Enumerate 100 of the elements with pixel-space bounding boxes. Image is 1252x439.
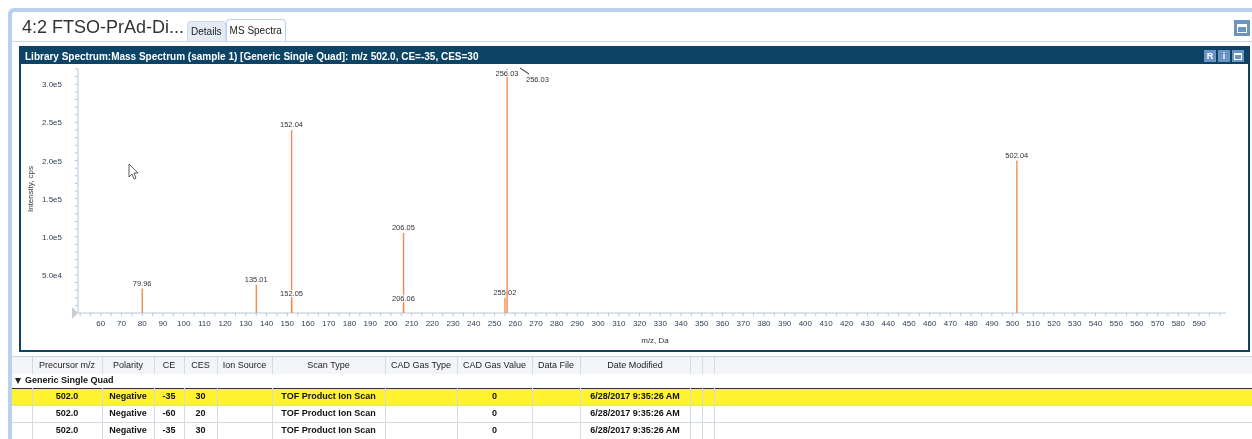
cursor-icon: [128, 163, 139, 180]
table-cell: TOF Product Ion Scan: [281, 424, 376, 435]
x-tick-label: 530: [1068, 319, 1082, 328]
table-cell: 20: [195, 407, 206, 418]
y-tick-label: 2.0e5: [41, 156, 62, 166]
y-tick-label: 1.0e5: [41, 232, 62, 242]
x-tick-label: 400: [798, 319, 812, 328]
x-tick-label: 250: [487, 319, 502, 328]
maximize-button[interactable]: [1234, 20, 1250, 36]
table-cell: 502.0: [55, 424, 79, 435]
x-tick-label: 510: [1026, 319, 1040, 328]
table-cell: -60: [162, 407, 176, 418]
column-header[interactable]: Ion Source: [217, 357, 272, 374]
column-header[interactable]: CE: [154, 357, 184, 374]
x-tick-label: 420: [840, 319, 854, 328]
table-cell: 6/28/2017 9:35:26 AM: [590, 390, 680, 401]
x-tick-label: 230: [446, 319, 460, 328]
x-tick-label: 100: [177, 319, 191, 328]
column-header[interactable]: Polarity: [102, 357, 154, 374]
x-tick-label: 140: [259, 319, 274, 328]
axis-marker-icon[interactable]: [72, 307, 78, 319]
x-tick-label: 290: [570, 319, 585, 328]
table-cell: -35: [162, 424, 176, 435]
x-tick-label: 490: [985, 319, 999, 328]
x-tick-label: 160: [301, 319, 315, 328]
x-tick-label: 390: [777, 319, 792, 328]
x-tick-label: 60: [96, 319, 106, 328]
x-tick-label: 130: [239, 319, 253, 328]
table-cell: 0: [492, 424, 497, 435]
tab[interactable]: Details: [187, 21, 226, 41]
column-header[interactable]: Data File: [532, 357, 580, 374]
x-tick-label: 190: [363, 319, 377, 328]
y-tick-label: 5.0e4: [41, 270, 62, 280]
x-tick-label: 80: [137, 319, 147, 328]
y-axis-label: Intensity, cps: [26, 165, 35, 213]
column-header[interactable]: Scan Type: [272, 357, 385, 374]
tab[interactable]: MS Spectra: [225, 19, 286, 41]
table-cell: 6/28/2017 9:35:26 AM: [590, 407, 680, 418]
x-tick-label: 440: [881, 319, 895, 328]
x-tick-label: 590: [1192, 319, 1206, 328]
x-tick-label: 240: [467, 319, 481, 328]
window-title: 4:2 FTSO-PrAd-Di...: [22, 16, 185, 39]
column-header[interactable]: CES: [184, 357, 217, 374]
table-cell: TOF Product Ion Scan: [281, 407, 376, 418]
x-tick-label: 550: [1109, 319, 1123, 328]
x-tick-label: 350: [695, 319, 709, 328]
x-tick-label: 500: [1005, 319, 1020, 328]
table-cell: 6/28/2017 9:35:26 AM: [590, 424, 680, 435]
x-tick-label: 70: [117, 319, 126, 328]
panel-title: Library Spectrum:Mass Spectrum (sample 1) [Generic Single Quad]: m/z 502.0, CE=-35, CES=30: [25, 49, 479, 64]
x-tick-label: 210: [404, 319, 419, 328]
x-tick-label: 410: [819, 319, 833, 328]
column-header[interactable]: CAD Gas Type: [385, 357, 457, 374]
x-tick-label: 220: [425, 319, 440, 328]
table-cell: 0: [492, 407, 497, 418]
table-cell: TOF Product Ion Scan: [281, 390, 376, 401]
table-cell: Negative: [109, 390, 147, 401]
x-tick-label: 300: [591, 319, 605, 328]
x-tick-label: 450: [902, 319, 916, 328]
table-cell: 502.0: [55, 390, 79, 401]
x-tick-label: 340: [674, 319, 688, 328]
group-label: Generic Single Quad: [25, 375, 114, 385]
x-tick-label: 200: [384, 319, 398, 328]
table-cell: -35: [162, 390, 176, 401]
table-cell: 502.0: [55, 407, 79, 418]
y-tick-label: 2.5e5: [41, 118, 62, 128]
table-cell: 30: [195, 424, 206, 435]
column-header[interactable]: CAD Gas Value: [457, 357, 532, 374]
x-tick-label: 380: [757, 319, 771, 328]
x-tick-label: 180: [342, 319, 357, 328]
table-cell: 0: [492, 390, 497, 401]
column-header[interactable]: Precursor m/z: [32, 357, 102, 374]
x-tick-label: 320: [632, 319, 647, 328]
x-tick-label: 520: [1047, 319, 1061, 328]
column-header[interactable]: Date Modified: [580, 357, 690, 374]
leader-line: [519, 67, 530, 75]
y-tick-label: 1.5e5: [41, 194, 62, 204]
table-cell: Negative: [109, 407, 147, 418]
x-tick-label: 570: [1150, 319, 1165, 328]
y-tick-label: 3.0e5: [41, 80, 62, 90]
maximize-button[interactable]: [1232, 50, 1244, 62]
x-tick-label: 370: [736, 319, 750, 328]
caret-icon[interactable]: [15, 377, 21, 384]
x-tick-label: 480: [964, 319, 978, 328]
table-cell: 30: [195, 390, 206, 401]
x-tick-label: 170: [322, 319, 336, 328]
x-tick-label: 430: [860, 319, 875, 328]
x-tick-label: 310: [612, 319, 626, 328]
x-axis-label: m/z, Da: [641, 336, 669, 345]
x-tick-label: 360: [715, 319, 730, 328]
x-tick-label: 120: [218, 319, 232, 328]
x-tick-label: 270: [529, 319, 543, 328]
x-tick-label: 90: [158, 319, 168, 328]
x-tick-label: 580: [1171, 319, 1185, 328]
x-tick-label: 470: [943, 319, 958, 328]
x-tick-label: 150: [280, 319, 294, 328]
peak-bar: [255, 284, 258, 313]
x-tick-label: 460: [923, 319, 937, 328]
x-tick-label: 280: [550, 319, 564, 328]
x-tick-label: 260: [508, 319, 522, 328]
